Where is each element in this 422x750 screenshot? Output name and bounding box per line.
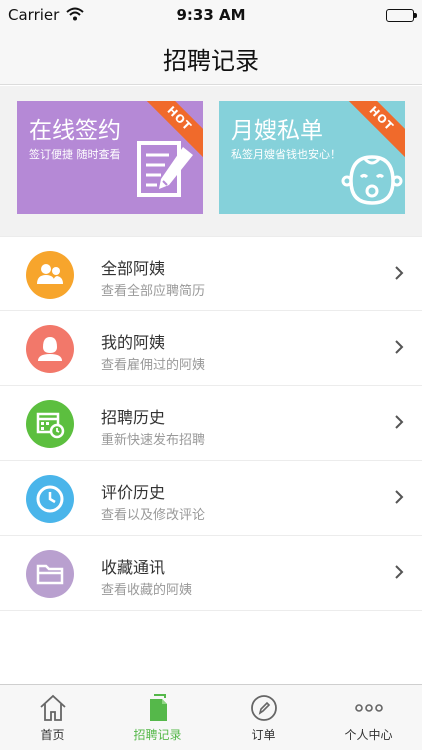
menu-item-title: 评价历史 <box>101 483 166 502</box>
clock-icon <box>26 475 74 523</box>
menu-item-title: 我的阿姨 <box>101 333 166 352</box>
tab-recruit-records[interactable]: 招聘记录 <box>105 685 210 750</box>
tab-label: 招聘记录 <box>133 728 182 742</box>
menu-item-my-aunties[interactable]: 我的阿姨 查看雇佣过的阿姨 <box>0 311 422 386</box>
tab-profile[interactable]: 个人中心 <box>316 685 421 750</box>
chevron-right-icon <box>395 266 404 280</box>
chevron-right-icon <box>395 490 404 504</box>
calendar-icon <box>26 400 74 448</box>
menu-item-title: 全部阿姨 <box>101 259 166 278</box>
menu-item-subtitle: 重新快速发布招聘 <box>101 433 206 448</box>
home-icon <box>40 694 66 721</box>
banner-subtitle: 私签月嫂省钱也安心！ <box>231 148 341 161</box>
online-signing-banner[interactable]: 在线签约 签订便捷 随时查看 HOT <box>17 101 203 214</box>
tab-home[interactable]: 首页 <box>0 685 105 750</box>
banner-area: 在线签约 签订便捷 随时查看 HOT 月嫂私单 私签月嫂省钱也安心！ HOT <box>0 86 422 236</box>
tab-orders[interactable]: 订单 <box>211 685 316 750</box>
banner-title: 月嫂私单 <box>231 118 323 144</box>
menu-item-recruit-history[interactable]: 招聘历史 重新快速发布招聘 <box>0 386 422 461</box>
menu-list: 全部阿姨 查看全部应聘简历 我的阿姨 查看雇佣过的阿姨 招聘历史 重新快速发布招… <box>0 236 422 611</box>
tab-label: 首页 <box>40 728 65 742</box>
menu-item-subtitle: 查看以及修改评论 <box>101 508 206 523</box>
chevron-right-icon <box>395 415 404 429</box>
menu-item-title: 收藏通讯 <box>101 558 166 577</box>
tab-label: 订单 <box>251 728 276 742</box>
pen-circle-icon <box>251 695 277 721</box>
banner-subtitle: 签订便捷 随时查看 <box>29 148 121 161</box>
chevron-right-icon <box>395 340 404 354</box>
banner-title: 在线签约 <box>29 118 121 144</box>
document-icon <box>150 694 167 721</box>
baby-face-icon <box>341 155 403 205</box>
tab-label: 个人中心 <box>344 728 393 742</box>
menu-item-all-aunties[interactable]: 全部阿姨 查看全部应聘简历 <box>0 236 422 311</box>
navigation-bar: 招聘记录 <box>0 30 422 85</box>
menu-item-subtitle: 查看雇佣过的阿姨 <box>101 358 206 373</box>
status-time: 9:33 AM <box>176 6 246 24</box>
page-title: 招聘记录 <box>163 47 259 75</box>
more-dots-icon <box>355 704 383 712</box>
battery-icon <box>386 9 417 22</box>
contract-sign-icon <box>137 141 193 197</box>
status-bar: Carrier 9:33 AM <box>0 0 422 30</box>
menu-item-favorites[interactable]: 收藏通讯 查看收藏的阿姨 <box>0 536 422 611</box>
private-nanny-banner[interactable]: 月嫂私单 私签月嫂省钱也安心！ HOT <box>219 101 405 214</box>
menu-item-subtitle: 查看全部应聘简历 <box>101 284 206 299</box>
folder-icon <box>26 550 74 598</box>
person-icon <box>26 325 74 373</box>
users-icon <box>26 251 74 299</box>
tab-bar: 首页 招聘记录 订单 个人中心 <box>0 684 422 750</box>
chevron-right-icon <box>395 565 404 579</box>
menu-item-title: 招聘历史 <box>101 408 166 427</box>
menu-item-review-history[interactable]: 评价历史 查看以及修改评论 <box>0 461 422 536</box>
menu-item-subtitle: 查看收藏的阿姨 <box>101 583 193 598</box>
